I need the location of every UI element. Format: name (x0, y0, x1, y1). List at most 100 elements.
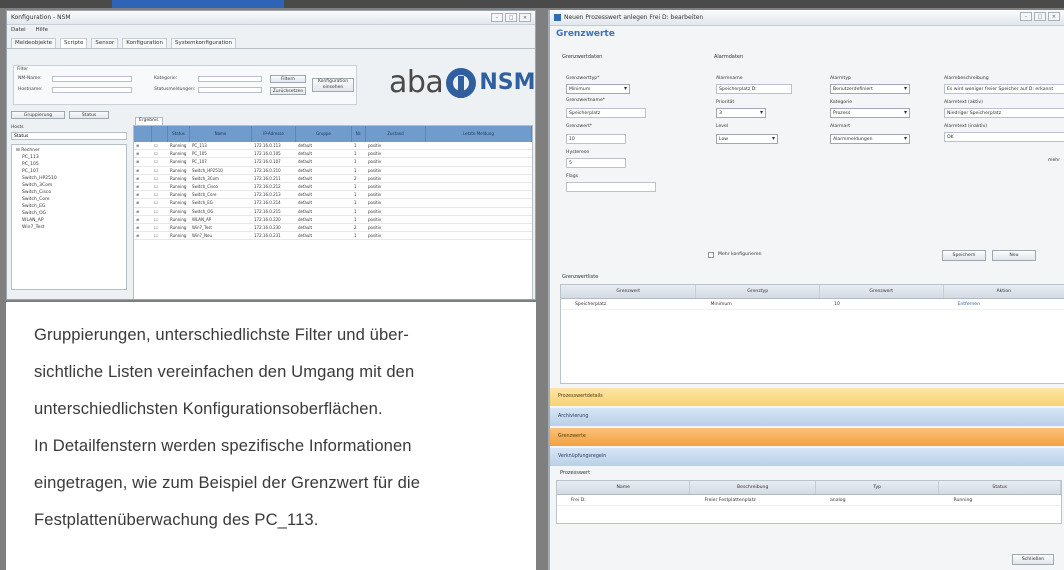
threshold-input[interactable]: 10 (566, 134, 626, 144)
limits-row[interactable]: Speicherplatz Minimum 10 Entfernen (561, 299, 1064, 310)
band-links[interactable]: Verknüpfungsregeln (550, 448, 1064, 466)
grid-col[interactable] (152, 126, 168, 142)
expand-icon[interactable]: ⊕ (134, 175, 152, 182)
more-config-checkbox[interactable] (708, 252, 714, 258)
expand-icon[interactable]: ⊕ (134, 150, 152, 157)
category-select[interactable]: Prozess (830, 108, 910, 118)
filter-name-input[interactable] (52, 76, 132, 82)
process-col[interactable]: Typ (816, 481, 940, 494)
tab-systemkonfiguration[interactable]: Systemkonfiguration (171, 38, 236, 48)
tree-item[interactable]: Switch_Core (14, 196, 124, 203)
grid-col[interactable]: Gruppe (296, 126, 352, 142)
tree-item[interactable]: Switch_EG (14, 203, 124, 210)
row-checkbox[interactable]: ☐ (152, 208, 168, 215)
minimize-button[interactable]: – (1020, 12, 1032, 21)
grid-row[interactable]: ⊕ ☐ Running Switch_EG 172.16.0.214 default 1 po… (134, 199, 532, 208)
row-checkbox[interactable]: ☐ (152, 167, 168, 174)
filter-status-input[interactable] (198, 87, 262, 93)
threshold-name-input[interactable]: Speicherplatz (566, 108, 646, 118)
remove-link[interactable]: Entfernen (943, 299, 1064, 309)
filter-category-input[interactable] (198, 76, 262, 82)
expand-icon[interactable]: ⊕ (134, 191, 152, 198)
grid-col[interactable]: Letzte Meldung (426, 126, 532, 142)
expand-icon[interactable]: ⊕ (134, 167, 152, 174)
row-checkbox[interactable]: ☐ (152, 175, 168, 182)
grid-row[interactable]: ⊕ ☐ Running PC_105 172.16.0.105 default 1 posit… (134, 150, 532, 159)
tree-item[interactable]: Switch_HP2510 (14, 175, 124, 182)
grid-row[interactable]: ⊕ ☐ Running WLAN_AP 172.16.0.220 default 1 posi… (134, 216, 532, 224)
row-checkbox[interactable]: ☐ (152, 183, 168, 190)
limits-col[interactable]: Grenzwert (820, 285, 944, 298)
grid-row[interactable]: ⊕ ☐ Running PC_113 172.16.0.113 default 1 posit… (134, 142, 532, 151)
grid-col[interactable]: IP-Adresse (252, 126, 296, 142)
tree-item[interactable]: Switch_Cisco (14, 189, 124, 196)
tree-item[interactable]: Switch_OG (14, 210, 124, 217)
maximize-button[interactable]: □ (1034, 12, 1046, 21)
grid-row[interactable]: ⊕ ☐ Running Win7_Neu 172.16.0.231 default 1 pos… (134, 232, 532, 241)
expand-icon[interactable]: ⊕ (134, 216, 152, 223)
view-config-button[interactable]: Konfiguration einsehen (312, 78, 354, 92)
tree-item[interactable]: Switch_3Com (14, 182, 124, 189)
grid-col[interactable]: Name (190, 126, 252, 142)
filter-host-input[interactable] (52, 87, 132, 93)
menu-help[interactable]: Hilfe (35, 27, 48, 33)
row-checkbox[interactable]: ☐ (152, 224, 168, 231)
more-label[interactable]: mehr (1048, 158, 1060, 163)
hosts-select[interactable]: Status (11, 132, 127, 140)
close-window-button[interactable]: Schließen (1012, 554, 1054, 565)
band-archiving[interactable]: Archivierung (550, 408, 1064, 426)
minimize-button[interactable]: – (491, 13, 503, 22)
reset-button[interactable]: Zurücksetzen (270, 87, 306, 95)
row-checkbox[interactable]: ☐ (152, 191, 168, 198)
tab-scripte[interactable]: Scripte (60, 38, 88, 48)
process-row[interactable]: Frei D: Freier Festplattenplatz analog R… (557, 495, 1061, 506)
process-col[interactable]: Status (939, 481, 1061, 494)
expand-icon[interactable]: ⊕ (134, 142, 152, 149)
grid-col[interactable] (134, 126, 152, 142)
tree-item[interactable]: WLAN_AP (14, 217, 124, 224)
expand-icon[interactable]: ⊕ (134, 232, 152, 239)
tab-meldeobjekte[interactable]: Meldeobjekte (11, 38, 57, 48)
grid-row[interactable]: ⊕ ☐ Running Switch_Core 172.16.0.213 default 1… (134, 191, 532, 200)
new-button[interactable]: Neu (992, 250, 1036, 261)
band-process-details[interactable]: Prozesswertdetails (550, 388, 1064, 406)
menu-file[interactable]: Datei (11, 27, 26, 33)
row-checkbox[interactable]: ☐ (152, 216, 168, 223)
tree-item[interactable]: PC_107 (14, 168, 124, 175)
expand-icon[interactable]: ⊕ (134, 224, 152, 231)
filter-button[interactable]: Filtern (270, 75, 306, 83)
tree-item[interactable]: Win7_Test (14, 224, 124, 231)
grid-row[interactable]: ⊕ ☐ Running Win7_Test 172.16.0.230 default 2 po… (134, 224, 532, 233)
process-col[interactable]: Name (557, 481, 691, 494)
grid-row[interactable]: ⊕ ☐ Running PC_107 172.16.0.107 default 1 posit… (134, 158, 532, 167)
expand-icon[interactable]: ⊕ (134, 208, 152, 215)
expand-icon[interactable]: ⊕ (134, 158, 152, 165)
limits-col[interactable]: Aktion (944, 285, 1064, 298)
threshold-type-select[interactable]: Minimum (566, 84, 630, 94)
limits-col[interactable]: Grenzwert (561, 285, 697, 298)
level-select[interactable]: Low (716, 134, 778, 144)
row-checkbox[interactable]: ☐ (152, 142, 168, 149)
process-col[interactable]: Beschreibung (690, 481, 816, 494)
result-tab[interactable]: Ergebnis (135, 117, 163, 125)
grid-col[interactable]: Nr. (352, 126, 366, 142)
expand-icon[interactable]: ⊕ (134, 199, 152, 206)
tree-item[interactable]: PC_105 (14, 161, 124, 168)
text-active-input[interactable]: Niedriger Speicherplatz (944, 108, 1064, 118)
alarm-type-select[interactable]: Benutzerdefiniert (830, 84, 910, 94)
tree-item[interactable]: PC_113 (14, 154, 124, 161)
maximize-button[interactable]: □ (505, 13, 517, 22)
save-button[interactable]: Speichern (942, 250, 986, 261)
close-button[interactable]: × (1048, 12, 1060, 21)
limits-col[interactable]: Grenztyp (696, 285, 820, 298)
tab-sensor[interactable]: Sensor (91, 38, 119, 48)
row-checkbox[interactable]: ☐ (152, 158, 168, 165)
band-limits[interactable]: Grenzwerte (550, 428, 1064, 446)
grid-row[interactable]: ⊕ ☐ Running Switch_Cisco 172.16.0.212 default… (134, 183, 532, 192)
grid-col[interactable]: Status (168, 126, 190, 142)
tab-konfiguration[interactable]: Konfiguration (122, 38, 168, 48)
flags-input[interactable] (566, 182, 656, 192)
grid-row[interactable]: ⊕ ☐ Running Switch_3Com 172.16.0.211 default 2… (134, 175, 532, 183)
text-inactive-input[interactable]: OK (944, 132, 1064, 142)
grouping-mode-select[interactable]: Status (69, 111, 109, 119)
